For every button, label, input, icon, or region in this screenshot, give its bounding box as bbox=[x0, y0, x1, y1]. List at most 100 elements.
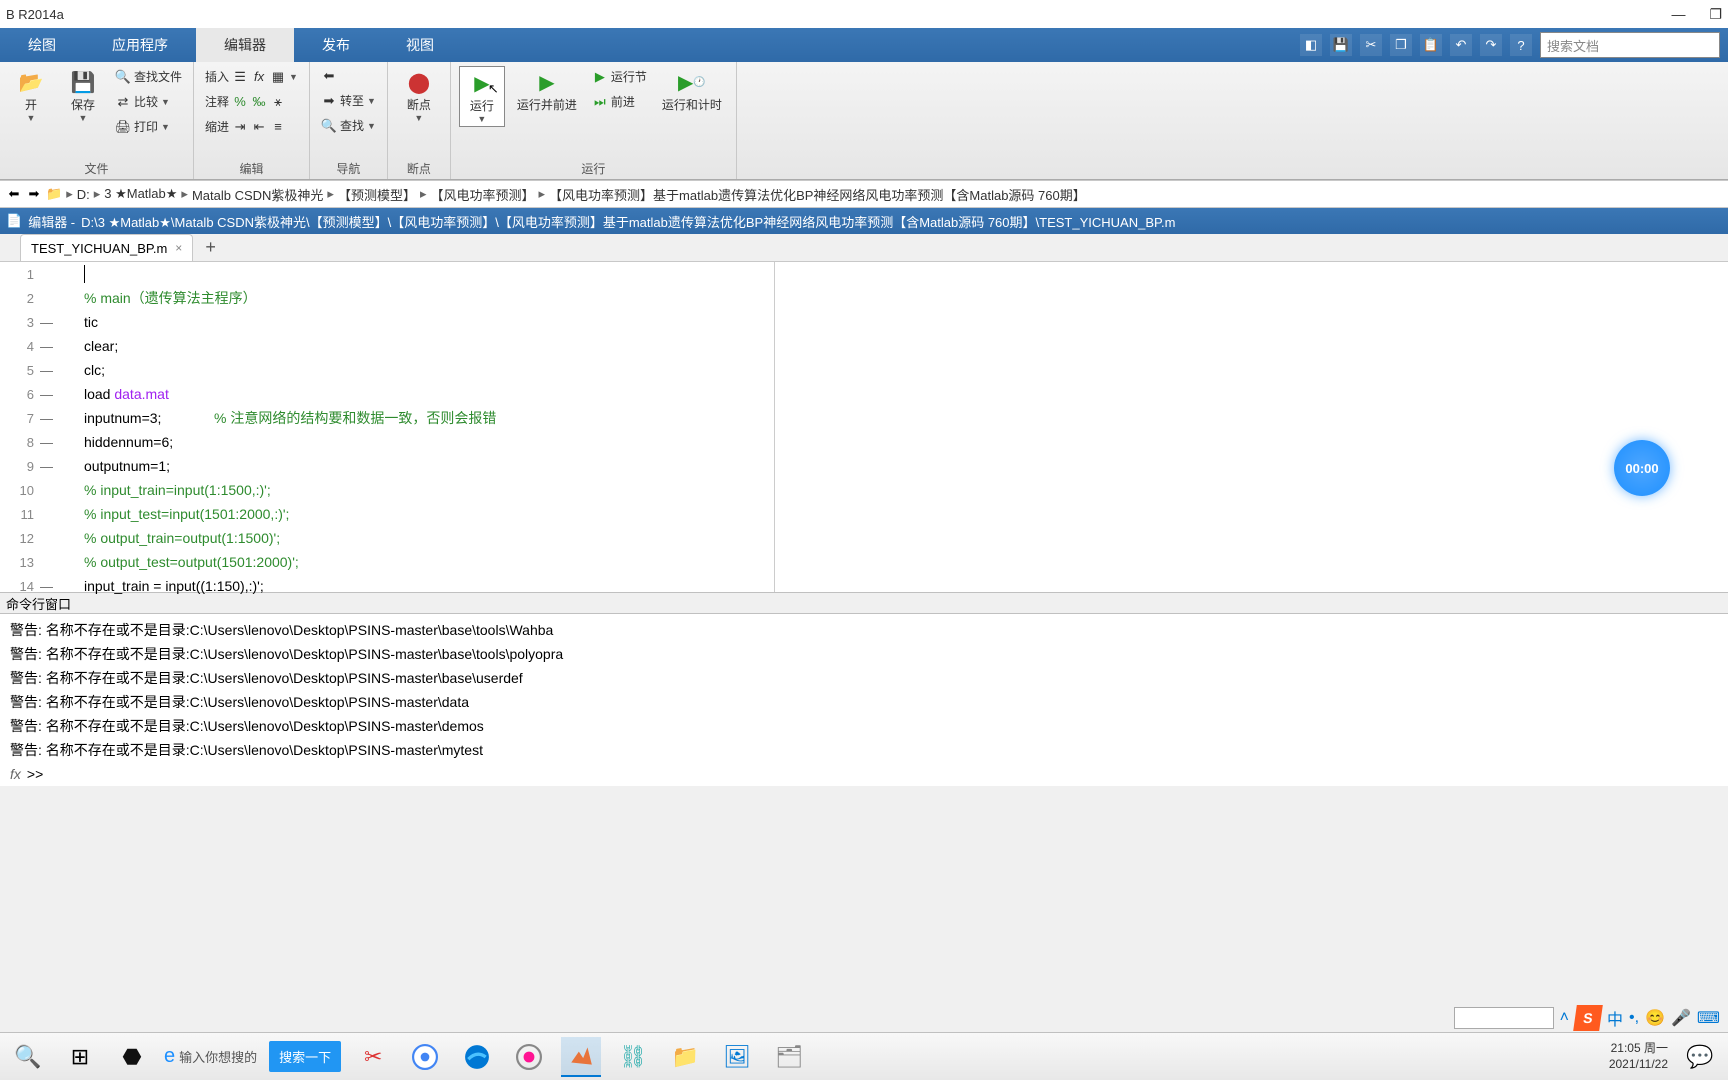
group-break-label: 断点 bbox=[396, 158, 442, 179]
find-files-button[interactable]: 🔍查找文件 bbox=[112, 66, 185, 87]
tab-app[interactable]: 应用程序 bbox=[84, 28, 196, 62]
advance-button[interactable]: ⏭前进 bbox=[589, 91, 650, 112]
print-button[interactable]: 🖨打印▼ bbox=[112, 116, 185, 137]
taskbar-clock[interactable]: 21:05 周一 2021/11/22 bbox=[1609, 1041, 1668, 1072]
folder-icon: 📁 bbox=[46, 186, 62, 202]
layout-icon[interactable]: ◧ bbox=[1300, 34, 1322, 56]
tab-publish[interactable]: 发布 bbox=[294, 28, 378, 62]
zh-label[interactable]: 中 bbox=[1607, 1006, 1623, 1030]
editor-title-prefix: 编辑器 - bbox=[28, 212, 75, 231]
back-nav-icon[interactable]: ⬅ bbox=[6, 186, 22, 202]
group-nav-label: 导航 bbox=[318, 158, 379, 179]
help-icon[interactable]: ? bbox=[1510, 34, 1532, 56]
nav-back[interactable]: ⬅ bbox=[318, 66, 379, 86]
chevron-up-icon[interactable]: ˄ bbox=[1560, 1009, 1569, 1027]
timer-badge[interactable]: 00:00 bbox=[1614, 440, 1670, 496]
close-icon[interactable]: × bbox=[175, 241, 182, 255]
crumb-3[interactable]: 【预测模型】 bbox=[338, 185, 416, 204]
run-advance-button[interactable]: ▶ 运行并前进 bbox=[511, 66, 583, 115]
status-row: ˄ S 中 •, 😊 🎤 ⌨ bbox=[1446, 1004, 1728, 1032]
crumb-4[interactable]: 【风电功率预测】 bbox=[431, 185, 535, 204]
browser2-icon[interactable] bbox=[509, 1037, 549, 1077]
paste-icon[interactable]: 📋 bbox=[1420, 34, 1442, 56]
chrome-icon[interactable] bbox=[405, 1037, 445, 1077]
goto-button[interactable]: ➡转至▼ bbox=[318, 90, 379, 111]
cut-icon[interactable]: ✂ bbox=[1360, 34, 1382, 56]
status-input[interactable] bbox=[1454, 1007, 1554, 1029]
tab-plot[interactable]: 绘图 bbox=[0, 28, 84, 62]
cmd-line: 警告: 名称不存在或不是目录: C:\Users\lenovo\Desktop\… bbox=[10, 690, 1718, 714]
fx-icon[interactable]: fx bbox=[10, 766, 21, 782]
photos-icon[interactable]: 🖼 bbox=[717, 1037, 757, 1077]
doc-search-input[interactable]: 搜索文档 bbox=[1540, 32, 1720, 58]
fwd-nav-icon[interactable]: ➡ bbox=[26, 186, 42, 202]
file-tab-active[interactable]: TEST_YICHUAN_BP.m × bbox=[20, 234, 193, 261]
ribbon: 📂 开 ▼ 💾 保存 ▼ 🔍查找文件 ⇄比较▼ 🖨打印▼ 文件 插入 ☰ fx … bbox=[0, 62, 1728, 180]
address-bar[interactable]: ⬅ ➡ 📁 ▸ D: ▸ 3 ★Matlab★ ▸ Matalb CSDN紫极神… bbox=[0, 180, 1728, 208]
redo-icon[interactable]: ↷ bbox=[1480, 34, 1502, 56]
keyboard-icon[interactable]: ⌨ bbox=[1697, 1008, 1720, 1028]
text-caret bbox=[84, 265, 85, 283]
search-icon[interactable]: 🔍 bbox=[8, 1037, 48, 1077]
ime-badge[interactable]: S bbox=[1573, 1005, 1603, 1031]
group-file-label: 文件 bbox=[8, 158, 185, 179]
cmd-line: 警告: 名称不存在或不是目录: C:\Users\lenovo\Desktop\… bbox=[10, 666, 1718, 690]
crumb-drive[interactable]: D: bbox=[77, 187, 90, 202]
group-run-label: 运行 bbox=[459, 158, 728, 179]
window-title: B R2014a bbox=[6, 7, 64, 22]
comment-button[interactable]: 注释 % ‰ ⚹ bbox=[202, 91, 301, 112]
app3-icon[interactable]: 🗂 bbox=[769, 1037, 809, 1077]
punct-icon[interactable]: •, bbox=[1629, 1009, 1639, 1027]
taskbar: 🔍 ⊞ ⬣ e 输入你想搜的 搜索一下 ✂ ⛓ 📁 🖼 🗂 21:05 周一 2… bbox=[0, 1032, 1728, 1080]
title-bar: B R2014a — ❐ bbox=[0, 0, 1728, 28]
open-button[interactable]: 📂 开 ▼ bbox=[8, 66, 54, 125]
notifs-icon[interactable]: 💬 bbox=[1680, 1037, 1720, 1077]
mic-icon[interactable]: 🎤 bbox=[1671, 1008, 1691, 1028]
run-time-button[interactable]: ▶🕐 运行和计时 bbox=[656, 66, 728, 115]
breakpoints-button[interactable]: ⬤ 断点 ▼ bbox=[396, 66, 442, 125]
emoji-icon[interactable]: 😊 bbox=[1645, 1008, 1665, 1028]
find-button[interactable]: 🔍查找▼ bbox=[318, 115, 379, 136]
cmd-line: 警告: 名称不存在或不是目录: C:\Users\lenovo\Desktop\… bbox=[10, 642, 1718, 666]
snip-icon[interactable]: ✂ bbox=[353, 1037, 393, 1077]
search-button[interactable]: 搜索一下 bbox=[269, 1041, 341, 1072]
file-tab-strip: TEST_YICHUAN_BP.m × + bbox=[0, 234, 1728, 262]
obs-icon[interactable]: ⬣ bbox=[112, 1037, 152, 1077]
run-section-button[interactable]: ▶运行节 bbox=[589, 66, 650, 87]
crumb-5[interactable]: 【风电功率预测】基于matlab遗传算法优化BP神经网络风电功率预测【含Matl… bbox=[549, 185, 1086, 204]
crumb-2[interactable]: Matalb CSDN紫极神光 bbox=[192, 185, 323, 204]
copy-icon[interactable]: ❐ bbox=[1390, 34, 1412, 56]
group-edit-label: 编辑 bbox=[202, 158, 301, 179]
code-editor[interactable]: 1 2 3— 4— 5— 6— 7— 8— 9— 10 11 12 13 14—… bbox=[0, 262, 1728, 592]
task-view-icon[interactable]: ⊞ bbox=[60, 1037, 100, 1077]
save-button[interactable]: 💾 保存 ▼ bbox=[60, 66, 106, 125]
cmd-line: 警告: 名称不存在或不是目录: C:\Users\lenovo\Desktop\… bbox=[10, 618, 1718, 642]
gutter: 1 2 3— 4— 5— 6— 7— 8— 9— 10 11 12 13 14— bbox=[0, 262, 54, 592]
cmd-line: 警告: 名称不存在或不是目录: C:\Users\lenovo\Desktop\… bbox=[10, 714, 1718, 738]
run-button[interactable]: ▶ 运行 ▼ ↖ bbox=[459, 66, 505, 127]
prompt: >> bbox=[27, 766, 43, 782]
add-tab-button[interactable]: + bbox=[193, 234, 228, 261]
compare-button[interactable]: ⇄比较▼ bbox=[112, 91, 185, 112]
minimize-icon[interactable]: — bbox=[1671, 6, 1685, 22]
main-tab-strip: 绘图 应用程序 编辑器 发布 视图 ◧ 💾 ✂ ❐ 📋 ↶ ↷ ? 搜索文档 bbox=[0, 28, 1728, 62]
command-window[interactable]: 警告: 名称不存在或不是目录: C:\Users\lenovo\Desktop\… bbox=[0, 614, 1728, 786]
crumb-1[interactable]: 3 ★Matlab★ bbox=[104, 186, 177, 202]
editor-icon: 📄 bbox=[6, 213, 22, 229]
app2-icon[interactable]: ⛓ bbox=[613, 1037, 653, 1077]
tab-editor[interactable]: 编辑器 bbox=[196, 28, 294, 62]
undo-icon[interactable]: ↶ bbox=[1450, 34, 1472, 56]
indent-button[interactable]: 缩进 ⇥ ⇤ ≡ bbox=[202, 116, 301, 137]
cmd-line: 警告: 名称不存在或不是目录: C:\Users\lenovo\Desktop\… bbox=[10, 738, 1718, 762]
insert-button[interactable]: 插入 ☰ fx ▦▼ bbox=[202, 66, 301, 87]
maximize-icon[interactable]: ❐ bbox=[1709, 6, 1722, 23]
edge-icon[interactable] bbox=[457, 1037, 497, 1077]
editor-path: D:\3 ★Matlab★\Matalb CSDN紫极神光\【预测模型】\【风电… bbox=[81, 212, 1175, 231]
save-qat-icon[interactable]: 💾 bbox=[1330, 34, 1352, 56]
ie-search[interactable]: e 输入你想搜的 bbox=[164, 1045, 257, 1068]
tab-view[interactable]: 视图 bbox=[378, 28, 462, 62]
explorer-icon[interactable]: 📁 bbox=[665, 1037, 705, 1077]
code-body[interactable]: % main（遗传算法主程序） tic clear; clc; load dat… bbox=[54, 262, 1728, 592]
matlab-icon[interactable] bbox=[561, 1037, 601, 1077]
editor-title-bar: 📄 编辑器 - D:\3 ★Matlab★\Matalb CSDN紫极神光\【预… bbox=[0, 208, 1728, 234]
